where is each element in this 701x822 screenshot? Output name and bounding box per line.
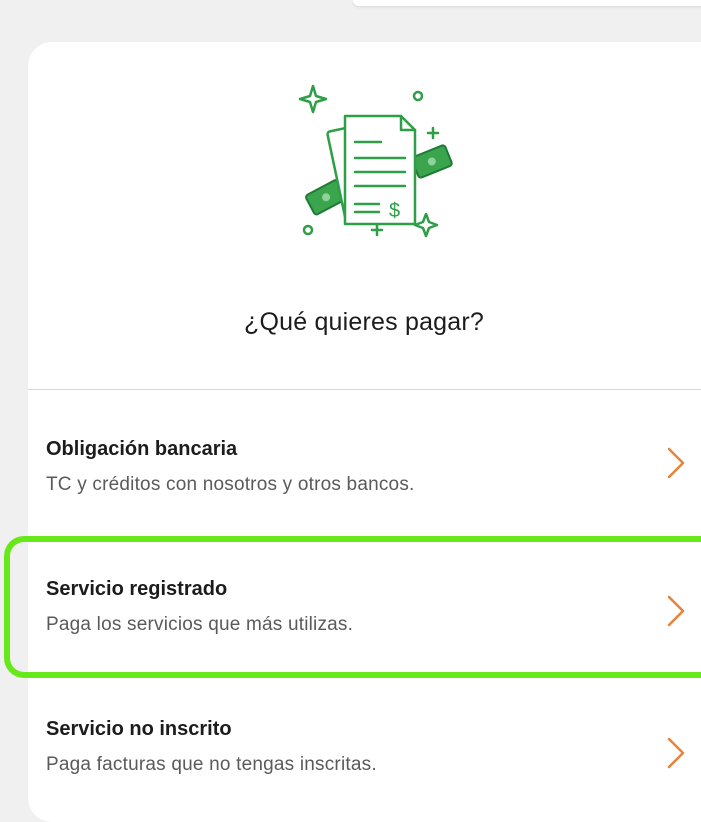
option-servicio-no-inscrito[interactable]: Servicio no inscrito Paga facturas que n…	[28, 682, 701, 822]
option-servicio-registrado[interactable]: Servicio registrado Paga los servicios q…	[28, 536, 701, 676]
svg-text:$: $	[389, 200, 400, 222]
chevron-right-icon	[667, 447, 685, 479]
invoice-dollar-icon: $	[298, 84, 453, 238]
top-card-edge	[353, 0, 701, 6]
payment-hero: $ ¿Qué quieres pagar?	[28, 42, 701, 390]
page-title: ¿Qué quieres pagar?	[243, 308, 485, 336]
payment-type-card: $ ¿Qué quieres pagar? Obligación bancari…	[28, 42, 701, 822]
option-title: Servicio registrado	[46, 578, 228, 600]
option-title: Servicio no inscrito	[46, 718, 232, 740]
option-description: TC y créditos con nosotros y otros banco…	[46, 474, 415, 495]
option-obligacion-bancaria[interactable]: Obligación bancaria TC y créditos con no…	[28, 390, 701, 530]
option-description: Paga los servicios que más utilizas.	[46, 614, 354, 635]
option-description: Paga facturas que no tengas inscritas.	[46, 754, 377, 775]
chevron-right-icon	[667, 595, 685, 627]
option-title: Obligación bancaria	[46, 438, 238, 460]
chevron-right-icon	[667, 737, 685, 769]
